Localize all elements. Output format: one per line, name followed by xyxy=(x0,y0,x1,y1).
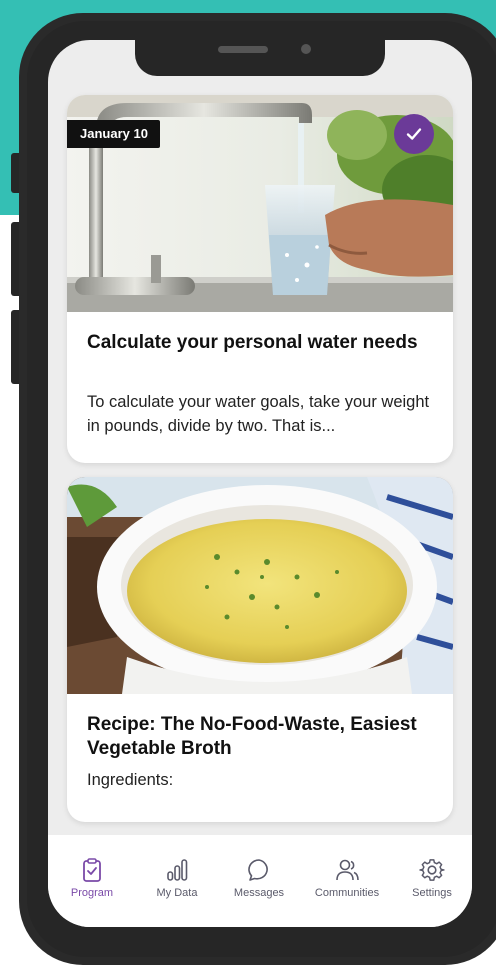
article-description: To calculate your water goals, take your… xyxy=(87,393,430,435)
water-faucet-glass-image: January 10 xyxy=(67,95,453,312)
front-camera xyxy=(301,44,311,54)
completed-check-icon xyxy=(394,114,434,154)
article-title: Calculate your personal water needs xyxy=(87,332,418,353)
tab-program[interactable]: Program xyxy=(52,835,132,915)
tab-my-data[interactable]: My Data xyxy=(137,835,217,915)
tab-label: Messages xyxy=(233,887,285,899)
date-badge: January 10 xyxy=(67,120,160,148)
article-card-broth[interactable]: Recipe: The No-Food-Waste, Easiest Veget… xyxy=(67,477,453,822)
gear-icon xyxy=(419,857,445,883)
tab-communities[interactable]: Communities xyxy=(307,835,387,915)
tab-label: Communities xyxy=(314,887,380,899)
tab-label: Settings xyxy=(412,887,452,899)
bar-chart-icon xyxy=(164,857,190,883)
clipboard-check-icon xyxy=(79,857,105,883)
article-card-water[interactable]: January 10 Calculate your personal water… xyxy=(67,95,453,463)
article-description: Ingredients: xyxy=(87,771,174,789)
phone-notch xyxy=(135,40,385,76)
tab-settings[interactable]: Settings xyxy=(392,835,472,915)
tab-label: Program xyxy=(70,887,114,899)
tab-messages[interactable]: Messages xyxy=(219,835,299,915)
speaker-grille xyxy=(218,46,268,53)
people-icon xyxy=(334,857,360,883)
app-screen: January 10 Calculate your personal water… xyxy=(48,40,472,927)
chat-bubble-icon xyxy=(246,857,272,883)
article-title: Recipe: The No-Food-Waste, Easiest Veget… xyxy=(87,714,417,759)
bottom-tab-bar: Program My Data Messages Communities Set… xyxy=(48,835,472,927)
vegetable-broth-image xyxy=(67,477,453,694)
tab-label: My Data xyxy=(156,887,198,899)
